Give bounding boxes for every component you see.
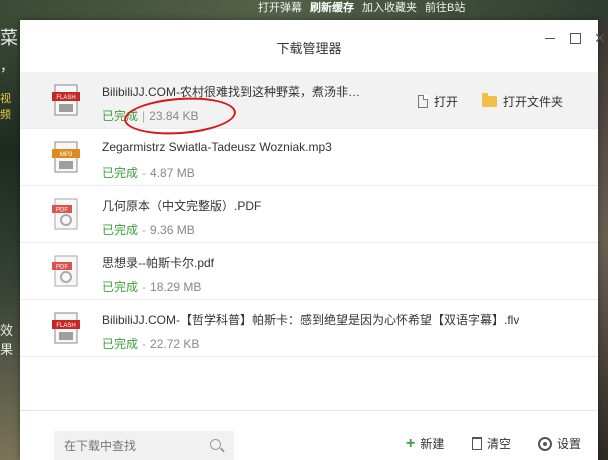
file-name: 几何原本（中文完整版）.PDF — [102, 199, 262, 213]
bg-link-bilibili: 前往B站 — [425, 2, 466, 14]
folder-icon — [482, 93, 497, 107]
file-meta: 已完成 -18.29 MB — [102, 280, 202, 294]
open-folder-button[interactable]: 打开文件夹 — [482, 93, 563, 110]
svg-text:PDF: PDF — [56, 208, 68, 214]
file-size: 18.29 MB — [150, 280, 202, 294]
file-meta: 已完成 -4.87 MB — [102, 166, 195, 180]
settings-label: 设置 — [557, 437, 582, 451]
flash-file-icon: FLASH — [52, 312, 80, 344]
bg-text-3: 视频 — [0, 93, 11, 121]
new-download-button[interactable]: + 新建 — [406, 435, 444, 452]
trash-icon — [472, 437, 482, 450]
bg-text-2: ， — [0, 58, 14, 74]
bg-text-4: 效果 — [0, 323, 14, 357]
svg-text:MP3: MP3 — [60, 152, 73, 158]
download-list: FLASH BilibiliJJ.COM-农村很难找到这种野菜，煮汤非常清甜..… — [20, 72, 598, 357]
status-label: 已完成 — [102, 166, 139, 180]
background-links: 打开弹幕 刷新缓存 加入收藏夹 前往B站 — [258, 0, 465, 18]
open-folder-label: 打开文件夹 — [503, 95, 564, 109]
svg-text:FLASH: FLASH — [56, 95, 75, 101]
bg-link-refresh: 刷新缓存 — [310, 2, 354, 14]
background-right-strip — [598, 20, 608, 460]
file-size: 9.36 MB — [150, 223, 195, 237]
search-input[interactable] — [54, 431, 234, 460]
file-size: 23.84 KB — [149, 109, 199, 123]
download-item[interactable]: PDF 几何原本（中文完整版）.PDF 已完成 -9.36 MB — [20, 186, 598, 243]
svg-text:PDF: PDF — [56, 265, 68, 271]
background-left-strip: 菜 ， 视频 效果 — [0, 20, 20, 460]
status-label: 已完成 — [102, 337, 139, 351]
file-name: BilibiliJJ.COM-农村很难找到这种野菜，煮汤非常清甜... — [102, 85, 367, 99]
close-button[interactable]: ✕ — [592, 30, 608, 46]
gear-icon — [538, 436, 552, 451]
file-icon — [418, 95, 428, 108]
dialog-title: 下载管理器 — [276, 41, 342, 56]
open-file-button[interactable]: 打开 — [418, 93, 458, 110]
pdf-file-icon: PDF — [52, 198, 78, 230]
status-label: 已完成 — [102, 109, 139, 123]
search-icon[interactable] — [210, 439, 221, 450]
bg-link-danmaku: 打开弹幕 — [258, 2, 302, 14]
bg-link-favorite: 加入收藏夹 — [362, 2, 417, 14]
clear-button[interactable]: 清空 — [472, 435, 511, 452]
download-item[interactable]: FLASH BilibiliJJ.COM-【哲学科普】帕斯卡：感到绝望是因为心怀… — [20, 300, 598, 357]
download-item[interactable]: PDF 思想录--帕斯卡尔.pdf 已完成 -18.29 MB — [20, 243, 598, 300]
download-manager-dialog: 下载管理器 ✕ FLASH BilibiliJJ.COM-农村很难找到这种野菜，… — [20, 20, 606, 460]
download-item[interactable]: FLASH BilibiliJJ.COM-农村很难找到这种野菜，煮汤非常清甜..… — [20, 72, 598, 129]
file-name: 思想录--帕斯卡尔.pdf — [102, 256, 215, 270]
pdf-file-icon: PDF — [52, 255, 78, 287]
open-label: 打开 — [434, 95, 459, 109]
file-name: BilibiliJJ.COM-【哲学科普】帕斯卡：感到绝望是因为心怀希望【双语字… — [102, 313, 520, 327]
clear-label: 清空 — [487, 437, 512, 451]
file-meta: 已完成 | 23.84 KB — [102, 109, 199, 123]
new-label: 新建 — [420, 437, 445, 451]
bg-text-1: 菜 — [0, 28, 18, 48]
settings-button[interactable]: 设置 — [538, 435, 581, 452]
minimize-button[interactable] — [542, 30, 558, 46]
file-meta: 已完成 -9.36 MB — [102, 223, 195, 237]
svg-text:FLASH: FLASH — [56, 323, 75, 329]
file-size: 4.87 MB — [150, 166, 195, 180]
title-bar: 下载管理器 ✕ — [20, 20, 605, 72]
download-item[interactable]: MP3 Zegarmistrz Swiatla-Tadeusz Wozniak.… — [20, 129, 598, 186]
file-size: 22.72 KB — [150, 337, 200, 351]
mp3-file-icon: MP3 — [52, 141, 80, 173]
status-label: 已完成 — [102, 280, 139, 294]
flash-file-icon: FLASH — [52, 84, 80, 116]
file-name: Zegarmistrz Swiatla-Tadeusz Wozniak.mp3 — [102, 140, 332, 154]
maximize-button[interactable] — [567, 30, 583, 46]
plus-icon: + — [406, 434, 416, 452]
footer-bar: + 新建 清空 设置 — [20, 410, 598, 460]
status-label: 已完成 — [102, 223, 139, 237]
file-meta: 已完成 -22.72 KB — [102, 337, 200, 351]
